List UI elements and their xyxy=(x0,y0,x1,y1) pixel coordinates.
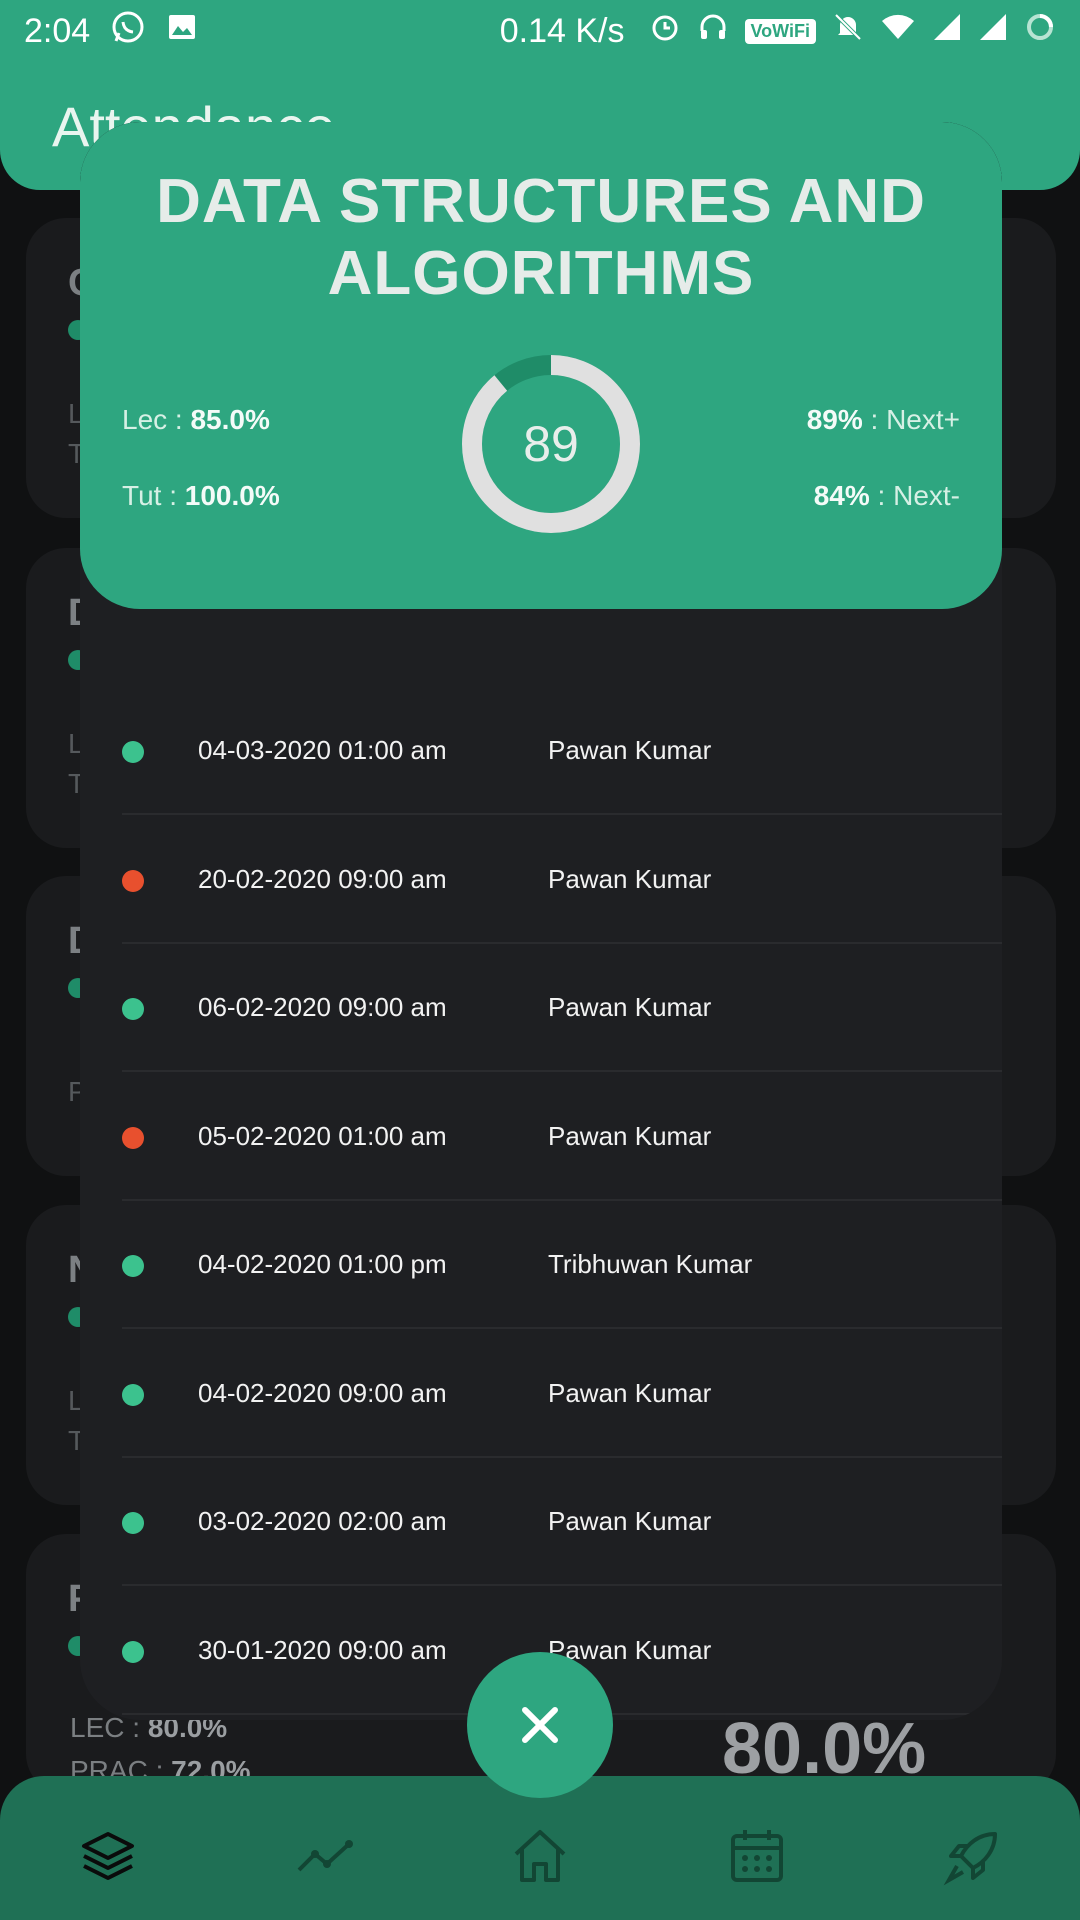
attendance-overall-value: 89 xyxy=(523,416,579,472)
nav-calendar[interactable] xyxy=(727,1826,787,1886)
present-dot xyxy=(122,1640,144,1663)
record-date: 05-02-2020 01:00 am xyxy=(198,1120,447,1151)
present-dot xyxy=(122,1383,144,1406)
subject-detail-dialog: DATA STRUCTURES AND ALGORITHMS Lec : 85.… xyxy=(80,122,1002,1720)
status-time: 2:04 xyxy=(24,11,91,50)
attendance-record: 03-02-2020 02:00 am Pawan Kumar xyxy=(122,1458,1002,1586)
record-teacher: Pawan Kumar xyxy=(548,863,712,894)
record-teacher: Pawan Kumar xyxy=(548,1120,712,1151)
present-dot xyxy=(122,998,144,1020)
present-dot xyxy=(122,741,144,763)
record-teacher: Pawan Kumar xyxy=(548,735,712,765)
mute-icon xyxy=(832,11,864,52)
absent-dot xyxy=(122,1126,144,1149)
layers-icon xyxy=(82,1832,134,1880)
home-icon xyxy=(514,1830,566,1882)
record-date: 04-03-2020 01:00 am xyxy=(198,735,447,765)
trend-icon xyxy=(297,1840,353,1872)
nav-trend[interactable] xyxy=(295,1826,355,1886)
record-date: 04-02-2020 01:00 pm xyxy=(198,1249,447,1279)
record-teacher: Pawan Kumar xyxy=(548,992,712,1022)
wifi-icon xyxy=(880,11,916,52)
record-date: 04-02-2020 09:00 am xyxy=(198,1377,447,1408)
record-date: 03-02-2020 02:00 am xyxy=(198,1506,447,1536)
vowifi-badge: VoWiFi xyxy=(744,18,816,44)
present-dot xyxy=(122,1512,144,1534)
subject-title: DATA STRUCTURES AND ALGORITHMS xyxy=(156,167,926,308)
attendance-record: 04-02-2020 01:00 pm Tribhuwan Kumar xyxy=(122,1201,1002,1329)
tutorial-percentage: Tut : 100.0% xyxy=(122,480,280,511)
signal-icon xyxy=(978,12,1008,51)
loading-icon xyxy=(1024,11,1056,52)
record-date: 30-01-2020 09:00 am xyxy=(198,1634,447,1665)
nav-home[interactable] xyxy=(510,1826,570,1886)
whatsapp-icon xyxy=(110,9,146,54)
attendance-record: 04-03-2020 01:00 am Pawan Kumar xyxy=(122,687,1002,815)
calendar-icon xyxy=(731,1830,783,1882)
next-minus-percentage: 84% : Next- xyxy=(813,480,960,511)
headset-icon xyxy=(697,11,729,52)
record-teacher: Pawan Kumar xyxy=(548,1377,712,1408)
attendance-record: 06-02-2020 09:00 am Pawan Kumar xyxy=(122,944,1002,1072)
absent-dot xyxy=(122,869,144,892)
dialog-header: DATA STRUCTURES AND ALGORITHMS Lec : 85.… xyxy=(80,122,1002,609)
nav-layers[interactable] xyxy=(78,1826,138,1886)
lecture-percentage: Lec : 85.0% xyxy=(122,404,270,435)
rocket-icon xyxy=(943,1832,997,1886)
record-teacher: Tribhuwan Kumar xyxy=(548,1249,753,1279)
attendance-record: 04-02-2020 09:00 am Pawan Kumar xyxy=(122,1330,1002,1458)
nav-rocket[interactable] xyxy=(943,1826,1003,1886)
signal-icon xyxy=(932,12,962,51)
close-button[interactable] xyxy=(467,1652,613,1798)
record-date: 06-02-2020 09:00 am xyxy=(198,992,447,1022)
alarm-icon xyxy=(649,11,681,52)
present-dot xyxy=(122,1255,144,1277)
next-plus-percentage: 89% : Next+ xyxy=(806,404,960,435)
network-speed: 0.14 K/s xyxy=(499,11,625,50)
record-date: 20-02-2020 09:00 am xyxy=(198,863,447,894)
close-icon xyxy=(522,1707,558,1743)
status-bar: 2:04 0.14 K/s VoWiFi xyxy=(0,0,1080,62)
record-teacher: Pawan Kumar xyxy=(548,1506,712,1536)
attendance-record: 20-02-2020 09:00 am Pawan Kumar xyxy=(122,816,1002,944)
attendance-record: 05-02-2020 01:00 am Pawan Kumar xyxy=(122,1073,1002,1201)
gallery-icon xyxy=(166,11,198,52)
